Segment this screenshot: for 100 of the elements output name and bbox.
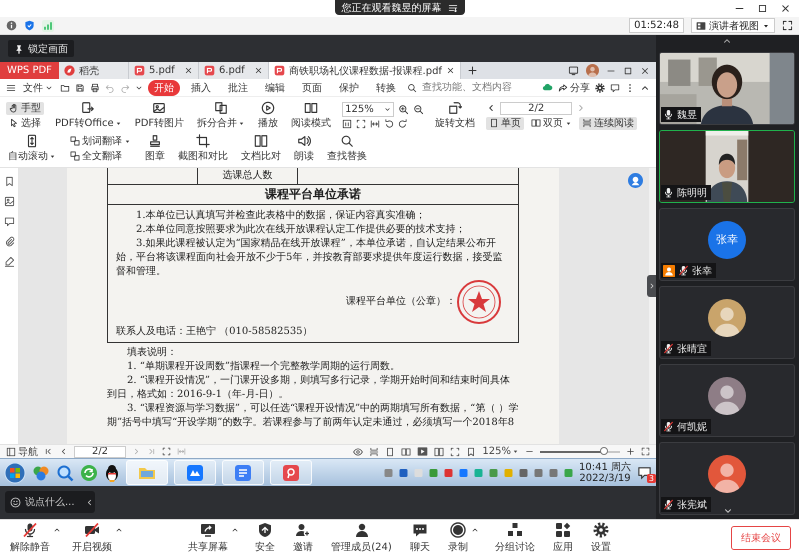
caret-icon[interactable] <box>115 526 123 534</box>
thumbnail-icon[interactable] <box>4 196 14 207</box>
settings-icon[interactable] <box>595 82 605 92</box>
comment-icon[interactable] <box>4 216 14 227</box>
ribbon-button[interactable]: PDF转Office <box>53 100 124 131</box>
fullscreen-icon[interactable] <box>641 447 650 456</box>
ribbon-button[interactable]: 查找替换 <box>325 133 369 164</box>
ribbon-button[interactable]: 朗读 <box>292 133 316 164</box>
ribbon-button[interactable]: 自动滚动 <box>6 133 58 164</box>
chat-button[interactable]: 聊天 <box>408 522 432 554</box>
document-tab[interactable]: 稻壳 <box>58 62 129 79</box>
ribbon-button[interactable]: 手型 <box>6 102 44 114</box>
chevron-down-icon[interactable] <box>135 84 143 92</box>
info-icon[interactable] <box>6 20 17 31</box>
navigation-button[interactable]: 导航 <box>6 444 38 458</box>
ribbon-button[interactable]: 拆分合并 <box>195 100 248 131</box>
view-mode-button[interactable]: 演讲者视图 <box>691 18 775 33</box>
close-icon[interactable] <box>446 66 455 75</box>
comment-icon[interactable] <box>610 82 620 92</box>
assistant-icon[interactable] <box>628 173 643 188</box>
rotate-left-icon[interactable] <box>384 119 394 129</box>
bookmark-icon[interactable] <box>466 446 476 456</box>
share-screen-button[interactable]: 共享屏幕 <box>186 522 230 554</box>
menu-tab[interactable]: 转换 <box>370 80 402 96</box>
document-tab[interactable]: 5.pdf <box>128 62 199 79</box>
menu-tab[interactable]: 插入 <box>185 80 217 96</box>
continuous-icon[interactable] <box>369 446 380 456</box>
ribbon-button[interactable]: 文档比对 <box>239 133 283 164</box>
ribbon-button[interactable]: PDF转图片 <box>132 100 186 131</box>
chat-field[interactable]: 说点什么... <box>25 496 81 508</box>
balls-icon[interactable] <box>32 464 50 482</box>
menu-tab[interactable]: 保护 <box>333 80 365 96</box>
fit-width-icon[interactable] <box>370 119 380 129</box>
list-icon[interactable] <box>448 2 458 12</box>
ribbon-button[interactable]: 旋转文档 <box>433 100 478 131</box>
fit-page-icon[interactable] <box>162 447 171 456</box>
bookmark-icon[interactable] <box>4 176 14 187</box>
maximize-icon[interactable] <box>757 3 768 14</box>
zoom-in-icon[interactable] <box>398 104 410 115</box>
save-icon[interactable] <box>75 82 85 92</box>
plus-icon[interactable] <box>466 65 478 76</box>
zoom-in-icon[interactable] <box>626 447 635 456</box>
penguin-icon[interactable] <box>104 464 120 482</box>
refresh-icon[interactable] <box>80 464 98 482</box>
actual-size-icon[interactable] <box>342 119 352 129</box>
ribbon-button[interactable]: 单页 <box>486 116 524 130</box>
caret-icon[interactable] <box>231 526 240 534</box>
document-tab[interactable]: 6.pdf <box>198 62 269 79</box>
menu-tab[interactable]: 开始 <box>148 80 180 96</box>
invite-button[interactable]: 邀请 <box>291 522 316 554</box>
menu-tab[interactable]: 批注 <box>222 80 254 96</box>
fit-page-icon[interactable] <box>450 446 460 456</box>
notification-icon[interactable] <box>637 465 652 480</box>
collapse-handle[interactable] <box>647 275 656 297</box>
chevron-left-icon[interactable] <box>59 447 68 456</box>
share-button[interactable]: 分享 <box>558 80 590 94</box>
document-tab[interactable]: 商铁职场礼仪课程数据-报课程.pdf <box>268 62 461 79</box>
ribbon-button[interactable]: 截图和对比 <box>176 133 230 164</box>
file-menu[interactable]: 文件 <box>21 80 55 94</box>
search-icon[interactable] <box>56 464 74 482</box>
page-field[interactable]: 2/2 <box>74 446 126 458</box>
caret-icon[interactable] <box>53 526 61 534</box>
app-button[interactable]: WPS PDF <box>0 62 59 79</box>
fit-page-icon[interactable] <box>356 119 366 129</box>
emoji-icon[interactable] <box>10 496 21 508</box>
unmute-button[interactable]: 解除静音 <box>8 522 52 554</box>
ribbon-button[interactable]: 播放 <box>256 100 280 131</box>
shield-icon[interactable] <box>24 20 35 31</box>
page-icon[interactable] <box>385 446 396 456</box>
taskbar-button[interactable] <box>222 460 264 485</box>
first-page-icon[interactable] <box>44 447 53 456</box>
ribbon-button[interactable]: 划词翻译 <box>67 134 134 148</box>
close-icon[interactable] <box>780 3 791 14</box>
close-icon[interactable] <box>184 66 193 75</box>
compare-icon[interactable] <box>434 446 444 456</box>
ribbon-button[interactable]: 选择 <box>6 116 44 130</box>
menu-tab[interactable]: 编辑 <box>259 80 291 96</box>
end-meeting-button[interactable]: 结束会议 <box>731 526 791 550</box>
menu-tab[interactable]: 页面 <box>296 80 328 96</box>
zoom-select[interactable]: 125% <box>342 102 394 117</box>
close-icon[interactable] <box>254 66 263 75</box>
members-button[interactable]: 管理成员(24) <box>329 522 394 554</box>
play-icon[interactable] <box>417 446 428 457</box>
record-button[interactable]: 录制 <box>446 522 470 554</box>
security-button[interactable]: 安全 <box>253 522 278 554</box>
chevron-left-icon[interactable] <box>85 498 94 506</box>
menu-icon[interactable] <box>6 82 16 92</box>
page-field[interactable]: 2/2 <box>500 102 572 114</box>
eye-icon[interactable] <box>353 446 364 456</box>
ribbon-button[interactable]: 全文翻译 <box>67 150 134 162</box>
slider-thumb[interactable] <box>600 446 608 454</box>
two-page-icon[interactable] <box>401 446 412 456</box>
attachment-icon[interactable] <box>4 236 14 247</box>
pin-view-button[interactable]: 锁定画面 <box>8 40 74 57</box>
cloud-icon[interactable] <box>542 82 553 93</box>
settings-button[interactable]: 设置 <box>588 522 613 554</box>
zoom-menu[interactable]: 125% <box>482 446 519 457</box>
close-icon[interactable] <box>640 66 650 76</box>
ribbon-button[interactable]: 连续阅读 <box>579 116 638 130</box>
print-icon[interactable] <box>90 82 100 92</box>
